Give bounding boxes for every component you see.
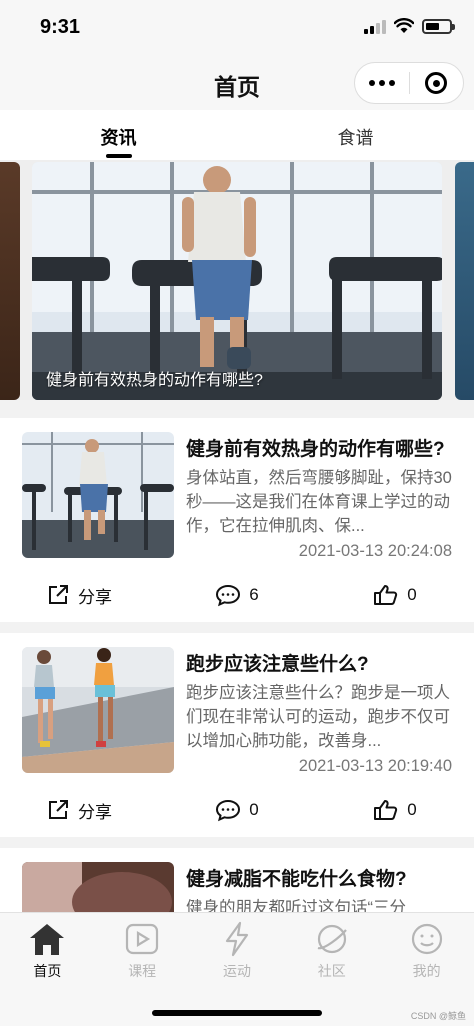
tabbar-label: 我的 [412,963,441,979]
article-thumbnail [22,432,174,558]
tab-recipes[interactable]: 食谱 [237,110,474,160]
article-title[interactable]: 健身减脂不能吃什么食物? [186,864,458,891]
wifi-icon [394,18,414,33]
close-miniprogram-button[interactable] [410,63,464,103]
article-actions: 分享 6 0 [0,576,474,614]
tabbar-item-home[interactable]: 首页 [0,913,95,987]
share-label: 分享 [78,802,112,822]
target-icon [425,72,448,94]
tabbar-item-courses[interactable]: 课程 [95,913,190,987]
article-thumbnail [22,647,174,773]
nav-bar: 首页 [0,56,474,110]
article-card[interactable]: 跑步应该注意些什么? 跑步应该注意些什么？跑步是一项人们现在非常认可的运动，跑步… [0,633,474,837]
article-card[interactable]: 健身前有效热身的动作有哪些? 身体站直，然后弯腰够脚趾，保持30秒——这是我们在… [0,418,474,622]
like-count: 0 [407,585,417,604]
carousel-slide[interactable]: 健身前有效热身的动作有哪些? [32,162,442,400]
article-summary: 跑步应该注意些什么？跑步是一项人们现在非常认可的运动，跑步不仅可以增加心肺功能，… [186,684,450,750]
home-indicator[interactable] [152,1010,322,1016]
share-button[interactable]: 分享 [0,576,158,614]
comment-icon [216,584,241,607]
article-title[interactable]: 健身前有效热身的动作有哪些? [186,434,458,461]
play-icon [126,923,159,955]
tabbar-label: 社区 [317,963,346,979]
status-time: 9:31 [40,16,81,38]
comment-icon [216,799,241,822]
tabbar-item-community[interactable]: 社区 [284,913,379,987]
runners-thumbnail-image [22,647,174,773]
article-timestamp: 2021-03-13 20:19:40 [298,757,452,775]
signal-icon [364,18,386,34]
tab-news[interactable]: 资讯 [0,110,237,160]
article-summary: 身体站直，然后弯腰够脚趾，保持30秒——这是我们在体育课上学过的动作，它在拉伸肌… [186,469,452,535]
carousel-prev-slide[interactable] [0,162,20,400]
carousel-caption: 健身前有效热身的动作有哪些? [46,372,263,389]
status-icons [364,18,455,34]
comment-button[interactable]: 6 [158,576,316,614]
article-actions: 分享 0 0 [0,791,474,829]
article-title[interactable]: 跑步应该注意些什么? [186,649,458,676]
banner-carousel[interactable]: 健身前有效热身的动作有哪些? [0,160,474,400]
like-button[interactable]: 0 [316,791,474,829]
like-count: 0 [407,800,417,819]
battery-icon [422,18,455,34]
tabbar-item-sports[interactable]: 运动 [190,913,285,987]
tabbar-item-profile[interactable]: 我的 [379,913,474,987]
more-button[interactable] [355,63,409,103]
comment-button[interactable]: 0 [158,791,316,829]
share-label: 分享 [78,587,112,607]
article-timestamp: 2021-03-13 20:24:08 [298,542,452,560]
share-icon [49,585,68,604]
carousel-next-slide[interactable] [455,162,474,400]
tabbar-label: 首页 [33,963,62,979]
lightning-icon [225,921,249,957]
watermark: CSDN @鲸鱼 [410,1011,466,1021]
thumbs-up-icon [374,800,398,820]
share-icon [49,800,68,819]
comment-count: 6 [249,585,259,604]
gym-treadmill-photo [32,162,442,400]
planet-icon [317,924,347,954]
miniprogram-capsule [354,62,464,104]
thumbs-up-icon [374,585,398,605]
treadmill-thumbnail-image [22,432,174,558]
home-icon [30,924,65,955]
comment-count: 0 [249,800,259,819]
tabbar-label: 课程 [128,963,157,979]
category-tabs: 资讯 食谱 [0,110,474,160]
tabbar-label: 运动 [222,963,251,979]
like-button[interactable]: 0 [316,576,474,614]
share-button[interactable]: 分享 [0,791,158,829]
smiley-icon [411,923,442,955]
status-bar: 9:31 [0,0,474,56]
bottom-tab-bar: 首页 课程 运动 社区 我的 CSDN @鲸鱼 [0,912,474,1026]
